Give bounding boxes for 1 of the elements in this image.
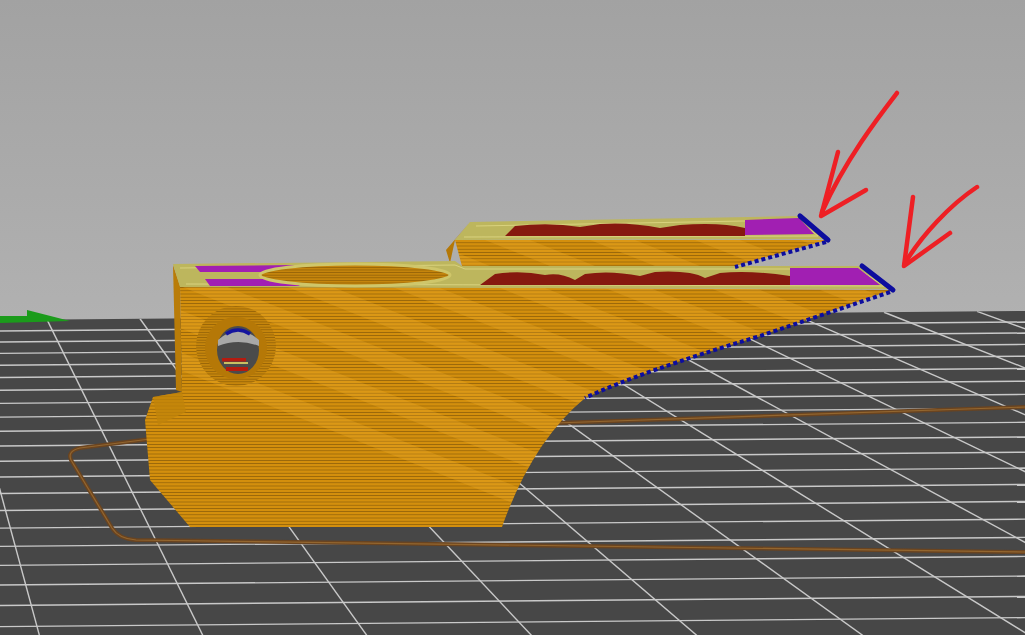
y-axis-arrow [0,310,70,323]
